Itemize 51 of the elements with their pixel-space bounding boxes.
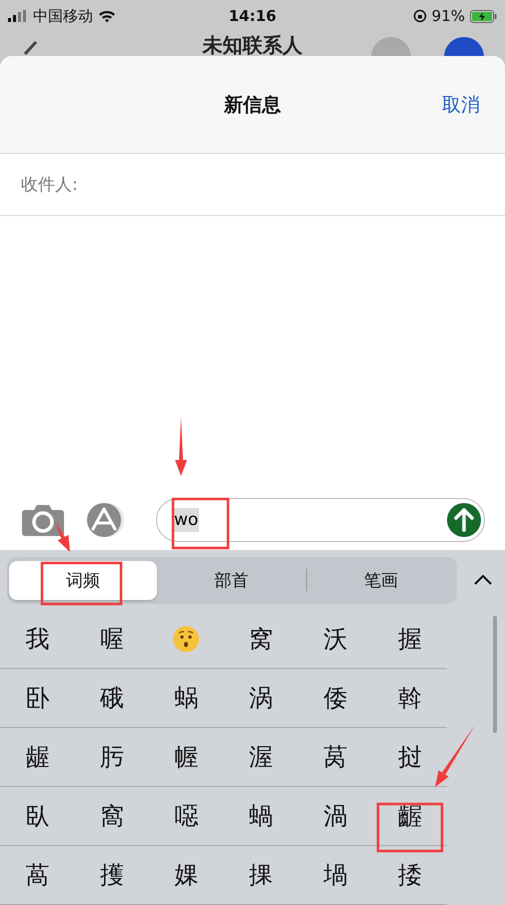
contact-title: 未知联系人 <box>202 33 302 57</box>
candidate-character[interactable]: 婐 <box>174 859 198 891</box>
carrier-name: 中国移动 <box>33 6 93 26</box>
annotation-arrow <box>55 521 70 552</box>
candidate-character[interactable]: 萵 <box>25 859 50 891</box>
candidate-character[interactable]: 窩 <box>100 800 124 832</box>
sort-tab[interactable]: 词频 <box>9 560 158 600</box>
candidate-character[interactable]: 倭 <box>323 682 348 714</box>
candidate-character[interactable]: 臥 <box>25 800 50 832</box>
candidate-character[interactable]: 挝 <box>398 741 422 773</box>
hushed-face-emoji-icon[interactable] <box>172 625 200 653</box>
candidate-character[interactable]: 莴 <box>323 741 348 773</box>
candidate-character[interactable]: 蜗 <box>174 682 198 714</box>
sort-tab[interactable]: 笔画 <box>306 560 455 600</box>
sheet-title: 新信息 <box>224 92 281 118</box>
cancel-button[interactable]: 取消 <box>442 92 480 118</box>
candidate-character[interactable]: 幄 <box>174 741 198 773</box>
candidate-character[interactable]: 沃 <box>323 623 348 655</box>
wifi-icon <box>98 9 116 23</box>
camera-icon[interactable] <box>22 504 64 536</box>
rotation-lock-icon <box>412 9 427 23</box>
candidate-character[interactable]: 堝 <box>323 859 348 891</box>
candidate-character[interactable]: 斡 <box>398 682 422 714</box>
sort-tab[interactable]: 部首 <box>157 560 306 600</box>
highlight-box <box>376 802 444 852</box>
candidate-character[interactable]: 渥 <box>248 741 273 773</box>
candidate-character[interactable]: 龌 <box>25 741 50 773</box>
candidate-character[interactable]: 我 <box>25 623 50 655</box>
candidate-character[interactable]: 蝸 <box>248 800 273 832</box>
annotation-arrow <box>435 725 475 787</box>
signal-icon <box>8 10 28 22</box>
highlight-box <box>172 498 230 550</box>
candidate-character[interactable]: 涡 <box>248 682 273 714</box>
battery-icon <box>470 10 497 22</box>
clock-time: 14:16 <box>228 7 276 25</box>
candidate-character[interactable]: 渦 <box>323 800 348 832</box>
candidate-character[interactable]: 噁 <box>174 800 198 832</box>
candidate-character[interactable]: 握 <box>398 623 422 655</box>
battery-percent: 91% <box>432 7 465 25</box>
message-input-field[interactable]: wo <box>156 498 485 542</box>
candidate-character[interactable]: 捰 <box>248 859 273 891</box>
candidate-character[interactable]: 肟 <box>100 741 124 773</box>
candidate-character[interactable]: 卧 <box>25 682 50 714</box>
candidate-character[interactable]: 捼 <box>398 859 422 891</box>
candidate-character[interactable]: 擭 <box>100 859 124 891</box>
candidate-character[interactable]: 喔 <box>100 623 124 655</box>
recipient-label: 收件人: <box>21 174 78 196</box>
candidate-character[interactable]: 齷 <box>398 800 422 832</box>
candidate-character[interactable]: 窝 <box>248 623 273 655</box>
collapse-chevron-icon[interactable] <box>473 574 493 586</box>
candidate-character[interactable]: 硪 <box>100 682 124 714</box>
